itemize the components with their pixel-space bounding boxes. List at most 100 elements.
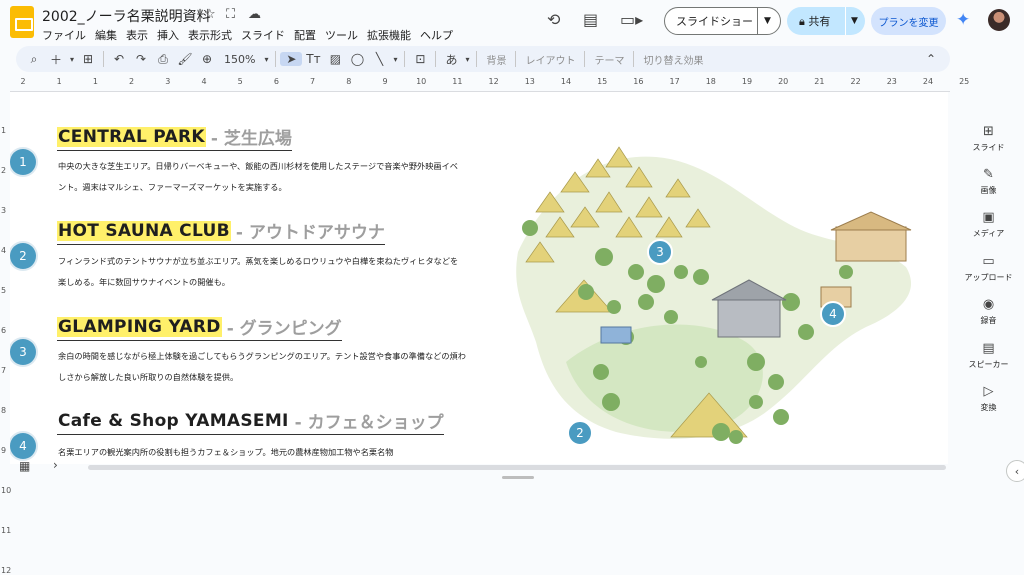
chevron-right-icon[interactable]: › — [53, 458, 58, 472]
history-icon[interactable]: ⟲ — [547, 10, 560, 29]
section-description[interactable]: 名栗エリアの観光案内所の役割も担うカフェ＆ショップ。地元の農林産物加工物や名栗名… — [58, 442, 466, 463]
cafe-building — [830, 211, 912, 262]
share-button[interactable]: 🔒︎ 共有 ▼ — [787, 7, 865, 35]
section-title-en: Cafe & Shop YAMASEMI — [58, 410, 289, 431]
shape-icon[interactable]: ◯ — [346, 52, 368, 66]
menu-edit[interactable]: 編集 — [95, 27, 117, 43]
zoom-select[interactable]: 150% — [218, 53, 261, 66]
collapse-panel-button[interactable]: ‹ — [1006, 460, 1024, 482]
select-cursor-icon[interactable]: ➤ — [280, 52, 303, 66]
ruler-tick-label: 11 — [452, 77, 463, 86]
map-marker[interactable]: 4 — [820, 301, 846, 327]
speaker-notes-drag-handle[interactable] — [502, 476, 534, 479]
menu-slide[interactable]: スライド — [241, 27, 285, 43]
map-marker[interactable]: 3 — [647, 239, 673, 265]
slideshow-button[interactable]: スライドショー ▼ — [664, 7, 781, 35]
menu-tools[interactable]: ツール — [325, 27, 358, 43]
ruler-tick-label: 1 — [1, 126, 7, 135]
ruler-tick-label: 6 — [1, 326, 7, 335]
ruler-tick-label: 10 — [1, 486, 12, 495]
side-panel-item-image[interactable]: ✎ 画像 — [953, 167, 1024, 196]
menu-view[interactable]: 表示 — [126, 27, 148, 43]
add-comment-icon[interactable]: ⊡ — [409, 52, 431, 66]
menu-extensions[interactable]: 拡張機能 — [367, 27, 411, 43]
side-panel-item-media[interactable]: ▣ メディア — [953, 210, 1024, 239]
section-title-jp: - カフェ＆ショップ — [294, 413, 444, 433]
menu-file[interactable]: ファイル — [42, 27, 86, 43]
map-marker[interactable]: 2 — [567, 420, 593, 446]
print-icon[interactable]: ⎙ — [152, 52, 174, 67]
background-button[interactable]: 背景 — [481, 52, 511, 67]
comment-icon[interactable]: ▤ — [583, 10, 598, 29]
star-icon[interactable]: ☆ — [204, 7, 216, 22]
horizontal-ruler[interactable]: 2 1 1 2 3 4 5 6 7 8 9 10 11 12 13 14 15 16 17 18 19 20 21 22 23 2… — [10, 76, 969, 92]
search-icon[interactable]: ⌕ — [23, 52, 45, 67]
cloud-icon[interactable]: ☁ — [248, 7, 261, 22]
section-description[interactable]: 中央の大きな芝生エリア。日帰りバーベキューや、飯能の西川杉材を使用したステージで… — [58, 156, 466, 198]
line-icon[interactable]: ╲ — [368, 52, 390, 66]
change-plan-button[interactable]: プランを変更 — [871, 7, 946, 35]
gemini-icon[interactable]: ✦ — [956, 10, 970, 30]
image-insert-icon[interactable]: ▨ — [324, 52, 346, 66]
slides-logo-icon[interactable] — [10, 6, 34, 38]
redo-icon[interactable]: ↷ — [130, 52, 152, 66]
side-panel-item-speaker[interactable]: ▤ スピーカー — [953, 341, 1024, 370]
side-panel-item-convert[interactable]: ▷ 変換 — [953, 384, 1024, 413]
side-panel-item-slide[interactable]: ⊞ スライド — [953, 124, 1024, 153]
ruler-tick-label: 16 — [633, 77, 644, 86]
layout-button[interactable]: レイアウト — [520, 52, 580, 67]
undo-icon[interactable]: ↶ — [108, 52, 130, 66]
ruler-tick-label: 14 — [560, 77, 572, 86]
chevron-down-icon[interactable]: ▼ — [758, 16, 771, 26]
chevron-down-icon[interactable]: ▼ — [846, 16, 858, 26]
vertical-ruler[interactable]: 1 2 3 4 5 6 7 8 9 10 11 12 — [0, 92, 11, 575]
side-panel-item-upload[interactable]: ▭ アップロード — [953, 254, 1024, 283]
input-tools-icon[interactable]: あ — [440, 51, 462, 68]
grid-view-icon[interactable]: ▦ — [19, 459, 30, 473]
slide-canvas[interactable]: 1 CENTRAL PARK - 芝生広場 中央の大きな芝生エリア。日帰りバーベ… — [10, 92, 948, 464]
chevron-down-icon[interactable]: ▾ — [462, 55, 472, 64]
section-title[interactable]: Cafe & Shop YAMASEMI - カフェ＆ショップ — [57, 408, 444, 435]
chevron-down-icon[interactable]: ▾ — [390, 55, 400, 64]
ruler-tick-label: 4 — [1, 246, 7, 255]
ruler-tick-label: 4 — [201, 77, 207, 86]
speaker-icon: ▤ — [982, 341, 995, 356]
collapse-toolbar-icon[interactable]: ⌃ — [920, 52, 942, 66]
ruler-tick-label: 23 — [886, 77, 897, 86]
paint-format-icon[interactable]: 🖌︎ — [174, 52, 196, 66]
section-title[interactable]: GLAMPING YARD - グランピング — [57, 314, 342, 341]
ruler-tick-label: 22 — [850, 77, 861, 86]
menu-insert[interactable]: 挿入 — [157, 27, 179, 43]
zoom-icon[interactable]: ⊕ — [196, 52, 218, 66]
text-box-icon[interactable]: Tт — [302, 52, 324, 66]
chevron-down-icon[interactable]: ▾ — [261, 55, 271, 64]
move-icon[interactable]: ⛶ — [226, 7, 235, 22]
ruler-tick-label: 24 — [922, 77, 934, 86]
section-title[interactable]: CENTRAL PARK - 芝生広場 — [57, 124, 292, 151]
theme-button[interactable]: テーマ — [589, 52, 629, 67]
slideshow-label: スライドショー — [676, 15, 753, 28]
avatar[interactable] — [988, 9, 1010, 31]
park-map-illustration[interactable]: 1 2 3 4 — [506, 132, 926, 450]
menu-format[interactable]: 表示形式 — [188, 27, 232, 43]
menu-help[interactable]: ヘルプ — [420, 27, 453, 43]
svg-text:2: 2 — [576, 426, 584, 440]
document-title[interactable]: 2002_ノーラ名栗説明資料 — [42, 6, 211, 26]
ruler-tick-label: 17 — [669, 77, 680, 86]
transition-button[interactable]: 切り替え効果 — [638, 52, 708, 67]
ruler-tick-label: 12 — [1, 566, 12, 575]
filmstrip-toggle[interactable]: ▦ › — [10, 458, 70, 478]
meet-icon[interactable]: ▭▸ — [620, 10, 643, 29]
section-title-en: HOT SAUNA CLUB — [57, 220, 231, 241]
section-description[interactable]: フィンランド式のテントサウナが立ち並ぶエリア。蒸気を楽しめるロウリュウや白樺を束… — [58, 251, 466, 293]
lock-icon: 🔒︎ — [799, 15, 809, 28]
horizontal-scrollbar[interactable] — [88, 465, 946, 470]
side-panel-item-record[interactable]: ◉ 録音 — [953, 297, 1024, 326]
menu-arrange[interactable]: 配置 — [294, 27, 316, 43]
section-title[interactable]: HOT SAUNA CLUB - アウトドアサウナ — [57, 218, 385, 245]
chevron-down-icon[interactable]: ▾ — [67, 55, 77, 64]
svg-text:3: 3 — [656, 245, 664, 259]
new-slide-icon[interactable]: ⊞ — [77, 52, 99, 66]
section-description[interactable]: 余白の時間を感じながら極上体験を過ごしてもらうグランピングのエリア。テント設営や… — [58, 346, 466, 388]
add-icon[interactable]: ＋ — [45, 51, 67, 68]
